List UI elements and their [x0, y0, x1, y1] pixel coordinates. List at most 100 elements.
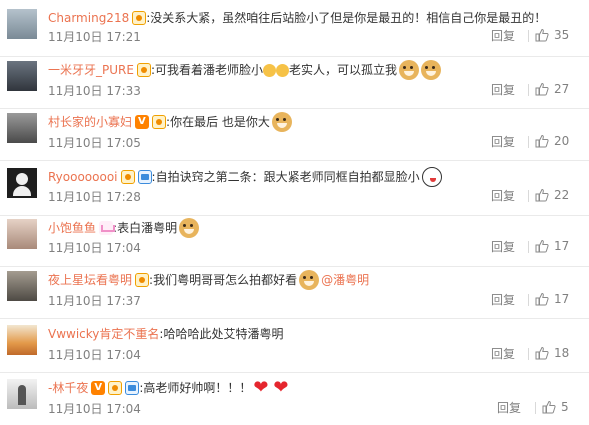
like-count: 18: [554, 346, 570, 360]
comment-time: 11月10日 17:05: [48, 136, 141, 150]
like-button[interactable]: 17: [535, 291, 569, 307]
comment-text: 自拍诀窍之第二条：跟大紧老师同框自拍都显脸小: [155, 170, 420, 184]
heart-emoji-icon: [273, 379, 291, 397]
comment-item: 村长家的小寡妇 : 你在最后 也是你大 11月10日 17:05 回复 20: [0, 104, 589, 161]
avatar[interactable]: [7, 9, 37, 39]
like-count: 17: [554, 292, 570, 306]
thumbs-up-icon: [535, 346, 549, 360]
reply-button[interactable]: 回复: [491, 347, 515, 361]
crown-badge-icon[interactable]: [99, 221, 116, 235]
like-count: 5: [561, 400, 569, 414]
reply-button[interactable]: 回复: [497, 401, 521, 415]
avatar[interactable]: [7, 113, 37, 143]
vip-badge-icon[interactable]: [152, 115, 167, 129]
username-link[interactable]: 一米牙牙_PURE: [48, 61, 134, 79]
comment-time: 11月10日 17:37: [48, 294, 141, 308]
comment-item: Charming218 : 没关系大紧，虽然咱往后站脸小了但是你是最丑的！相信自…: [0, 0, 589, 57]
username-link[interactable]: -林千夜: [48, 379, 88, 397]
like-button[interactable]: 18: [535, 345, 569, 361]
action-divider: [528, 348, 529, 360]
like-count: 20: [554, 134, 570, 148]
username-link[interactable]: 夜上星坛看粤明: [48, 271, 132, 289]
like-count: 22: [554, 188, 570, 202]
thumbs-up-icon: [535, 134, 549, 148]
avatar[interactable]: [7, 61, 37, 91]
vip-badge-icon[interactable]: [132, 11, 147, 25]
username-link[interactable]: Ryoooooooi: [48, 168, 118, 186]
comment-time: 11月10日 17:04: [48, 241, 141, 255]
doge-emoji-icon: [299, 270, 320, 290]
heart-emoji-icon: [253, 379, 271, 397]
like-count: 35: [554, 28, 570, 42]
action-divider: [528, 84, 529, 96]
comment-text: 哈哈哈此处艾特潘粤明: [163, 327, 284, 341]
comment-text: 老实人，可以孤立我: [289, 63, 398, 77]
thumbs-up-icon: [535, 239, 549, 253]
comment-item: Vwwicky肯定不重名 : 哈哈哈此处艾特潘粤明 11月10日 17:04 回…: [0, 316, 589, 373]
comment-text: 可我看着潘老师脸小: [155, 63, 264, 77]
vip-badge-icon[interactable]: [108, 381, 123, 395]
vip-badge-icon[interactable]: [120, 170, 135, 184]
reply-button[interactable]: 回复: [491, 135, 515, 149]
comment-list: Charming218 : 没关系大紧，虽然咱往后站脸小了但是你是最丑的！相信自…: [0, 0, 589, 425]
like-button[interactable]: 17: [535, 238, 569, 254]
doge-emoji-icon: [271, 112, 292, 132]
action-divider: [528, 136, 529, 148]
reply-button[interactable]: 回复: [491, 240, 515, 254]
comment-item: 夜上星坛看粤明 : 我们粤明哥哥怎么拍都好看 @潘粤明 11月10日 17:37…: [0, 262, 589, 319]
comment-time: 11月10日 17:21: [48, 30, 141, 44]
doge-emoji-icon: [399, 60, 420, 80]
verified-v-badge-icon[interactable]: [91, 381, 106, 395]
comment-time: 11月10日 17:04: [48, 348, 141, 362]
reply-button[interactable]: 回复: [491, 29, 515, 43]
awkward-emoji-icon: [421, 167, 442, 187]
username-link[interactable]: Charming218: [48, 9, 129, 27]
action-divider: [528, 241, 529, 253]
avatar[interactable]: [7, 168, 37, 198]
doge-emoji-icon: [421, 60, 442, 80]
comment-item: -林千夜 : 高老师好帅啊！！！ 11月10日 17:04 回复 5: [0, 370, 589, 425]
reply-button[interactable]: 回复: [491, 83, 515, 97]
avatar[interactable]: [7, 325, 37, 355]
comment-item: 小饱鱼鱼 : 表白潘粤明 11月10日 17:04 回复 17: [0, 210, 589, 267]
doge-emoji-icon: [179, 218, 200, 238]
verified-v-badge-icon[interactable]: [135, 115, 150, 129]
comment-item: Ryoooooooi : 自拍诀窍之第二条：跟大紧老师同框自拍都显脸小 11月1…: [0, 159, 589, 216]
comment-text: 你在最后 也是你大: [170, 115, 270, 129]
like-button[interactable]: 22: [535, 187, 569, 203]
username-link[interactable]: 小饱鱼鱼: [48, 219, 96, 237]
comment-text: 高老师好帅啊！！！: [143, 381, 252, 395]
like-count: 17: [554, 239, 570, 253]
avatar[interactable]: [7, 219, 37, 249]
username-link[interactable]: Vwwicky肯定不重名: [48, 325, 159, 343]
smile-emoji-icon: [276, 63, 290, 77]
comment-time: 11月10日 17:28: [48, 190, 141, 204]
thumbs-up-icon: [535, 82, 549, 96]
vip-badge-icon[interactable]: [135, 273, 150, 287]
like-count: 27: [554, 82, 570, 96]
vip-badge-icon[interactable]: [136, 63, 151, 77]
comment-text: 没关系大紧，虽然咱往后站脸小了但是你是最丑的！相信自己你是最丑的！: [150, 11, 547, 25]
fan-badge-icon[interactable]: [125, 381, 140, 395]
comment-item: 一米牙牙_PURE : 可我看着潘老师脸小 老实人，可以孤立我 11月10日 1…: [0, 52, 589, 109]
thumbs-up-icon: [535, 28, 549, 42]
like-button[interactable]: 27: [535, 81, 569, 97]
like-button[interactable]: 35: [535, 27, 569, 43]
like-button[interactable]: 5: [542, 399, 569, 415]
mention-link[interactable]: @潘粤明: [321, 271, 369, 289]
reply-button[interactable]: 回复: [491, 189, 515, 203]
avatar[interactable]: [7, 379, 37, 409]
like-button[interactable]: 20: [535, 133, 569, 149]
comment-time: 11月10日 17:04: [48, 402, 141, 416]
action-divider: [535, 402, 536, 414]
comment-text: 表白潘粤明: [117, 221, 178, 235]
comment-time: 11月10日 17:33: [48, 84, 141, 98]
smile-emoji-icon: [263, 63, 277, 77]
avatar[interactable]: [7, 271, 37, 301]
thumbs-up-icon: [535, 188, 549, 202]
thumbs-up-icon: [542, 400, 556, 414]
comment-text: 我们粤明哥哥怎么拍都好看: [153, 273, 298, 287]
reply-button[interactable]: 回复: [491, 293, 515, 307]
username-link[interactable]: 村长家的小寡妇: [48, 113, 132, 131]
fan-badge-icon[interactable]: [137, 170, 152, 184]
